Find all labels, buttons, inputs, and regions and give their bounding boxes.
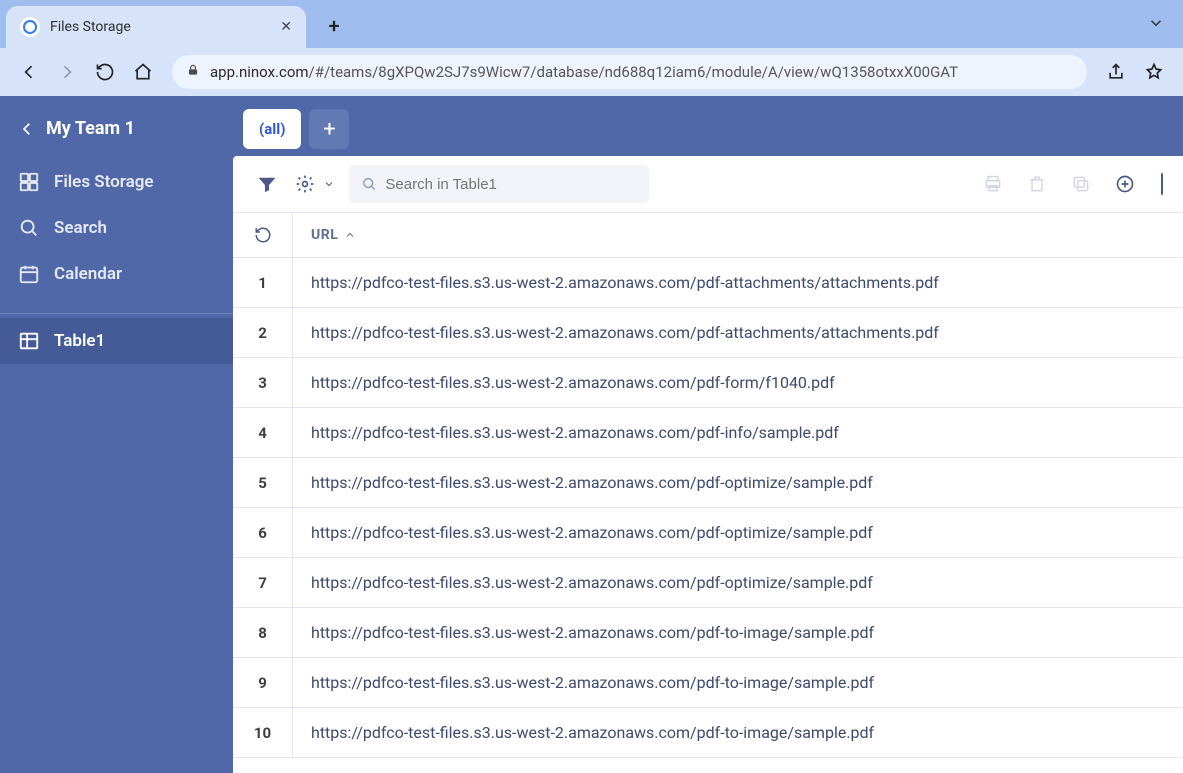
add-view-button[interactable]: + (309, 109, 349, 149)
sidebar-item-calendar[interactable]: Calendar (0, 251, 233, 297)
row-number: 5 (233, 458, 293, 507)
print-icon[interactable] (979, 170, 1007, 198)
browser-tab[interactable]: Files Storage ✕ (6, 6, 306, 48)
table-row[interactable]: 3https://pdfco-test-files.s3.us-west-2.a… (233, 358, 1183, 408)
view-tab-label: (all) (259, 120, 285, 138)
table-row[interactable]: 1https://pdfco-test-files.s3.us-west-2.a… (233, 258, 1183, 308)
row-number: 6 (233, 508, 293, 557)
table-row[interactable]: 9https://pdfco-test-files.s3.us-west-2.a… (233, 658, 1183, 708)
table-row[interactable]: 10https://pdfco-test-files.s3.us-west-2.… (233, 708, 1183, 758)
sidebar-item-files-storage[interactable]: Files Storage (0, 159, 233, 205)
chrome-menu-icon[interactable] (1147, 14, 1165, 36)
row-number: 7 (233, 558, 293, 607)
table-search[interactable] (349, 165, 649, 203)
refresh-column-button[interactable] (233, 213, 293, 257)
column-header-label: URL (311, 227, 338, 243)
row-url-cell: https://pdfco-test-files.s3.us-west-2.am… (293, 723, 874, 742)
home-button[interactable] (126, 55, 160, 89)
team-name: My Team 1 (46, 118, 135, 139)
row-url-cell: https://pdfco-test-files.s3.us-west-2.am… (293, 523, 873, 542)
reload-button[interactable] (88, 55, 122, 89)
table-row[interactable]: 4https://pdfco-test-files.s3.us-west-2.a… (233, 408, 1183, 458)
bookmark-button[interactable] (1137, 55, 1171, 89)
team-header[interactable]: My Team 1 (0, 102, 233, 157)
row-number: 3 (233, 358, 293, 407)
sort-asc-icon (344, 229, 356, 241)
column-header-url[interactable]: URL (293, 227, 356, 243)
row-number: 9 (233, 658, 293, 707)
duplicate-icon[interactable] (1067, 170, 1095, 198)
back-button[interactable] (12, 55, 46, 89)
view-tab-all[interactable]: (all) (243, 109, 301, 149)
ninox-logo-icon (20, 17, 40, 37)
row-url-cell: https://pdfco-test-files.s3.us-west-2.am… (293, 373, 835, 392)
sidebar-item-search[interactable]: Search (0, 205, 233, 251)
table-row[interactable]: 7https://pdfco-test-files.s3.us-west-2.a… (233, 558, 1183, 608)
row-url-cell: https://pdfco-test-files.s3.us-west-2.am… (293, 423, 839, 442)
sidebar: My Team 1 Files Storage Search Calendar … (0, 96, 233, 773)
new-tab-button[interactable]: + (320, 12, 348, 40)
sidebar-separator (0, 313, 233, 314)
main-area: (all) + (233, 96, 1183, 773)
table-toolbar (233, 156, 1183, 212)
close-tab-icon[interactable]: ✕ (280, 19, 292, 35)
gear-icon[interactable] (291, 170, 319, 198)
row-number: 4 (233, 408, 293, 457)
row-number: 8 (233, 608, 293, 657)
browser-tab-strip: Files Storage ✕ + (0, 0, 1183, 48)
row-number: 2 (233, 308, 293, 357)
row-url-cell: https://pdfco-test-files.s3.us-west-2.am… (293, 673, 874, 692)
address-bar[interactable]: app.ninox.com/#/teams/8gXPQw2SJ7s9Wicw7/… (172, 55, 1087, 89)
row-url-cell: https://pdfco-test-files.s3.us-west-2.am… (293, 623, 874, 642)
sidebar-item-table1[interactable]: Table1 (0, 318, 233, 364)
trash-icon[interactable] (1023, 170, 1051, 198)
view-tabs: (all) + (233, 96, 1183, 156)
search-icon (361, 175, 377, 193)
filter-icon[interactable] (253, 170, 281, 198)
sidebar-item-label: Files Storage (54, 172, 154, 192)
row-url-cell: https://pdfco-test-files.s3.us-west-2.am… (293, 323, 939, 342)
table-row[interactable]: 6https://pdfco-test-files.s3.us-west-2.a… (233, 508, 1183, 558)
share-button[interactable] (1099, 55, 1133, 89)
row-number: 1 (233, 258, 293, 307)
table-row[interactable]: 8https://pdfco-test-files.s3.us-west-2.a… (233, 608, 1183, 658)
browser-tab-title: Files Storage (50, 19, 270, 35)
sidebar-item-label: Table1 (54, 331, 105, 351)
row-url-cell: https://pdfco-test-files.s3.us-west-2.am… (293, 573, 873, 592)
lock-icon (186, 63, 200, 81)
toolbar-divider (1161, 173, 1163, 195)
table-row[interactable]: 5https://pdfco-test-files.s3.us-west-2.a… (233, 458, 1183, 508)
row-number: 10 (233, 708, 293, 757)
add-record-icon[interactable] (1111, 170, 1139, 198)
sidebar-item-label: Search (54, 218, 107, 238)
table-row[interactable]: 2https://pdfco-test-files.s3.us-west-2.a… (233, 308, 1183, 358)
table-header: URL (233, 212, 1183, 258)
sidebar-item-label: Calendar (54, 264, 122, 284)
table-search-input[interactable] (385, 176, 637, 193)
address-url: app.ninox.com/#/teams/8gXPQw2SJ7s9Wicw7/… (210, 63, 958, 81)
browser-nav-bar: app.ninox.com/#/teams/8gXPQw2SJ7s9Wicw7/… (0, 48, 1183, 96)
row-url-cell: https://pdfco-test-files.s3.us-west-2.am… (293, 273, 939, 292)
forward-button[interactable] (50, 55, 84, 89)
row-url-cell: https://pdfco-test-files.s3.us-west-2.am… (293, 473, 873, 492)
chevron-down-icon[interactable] (323, 178, 335, 190)
